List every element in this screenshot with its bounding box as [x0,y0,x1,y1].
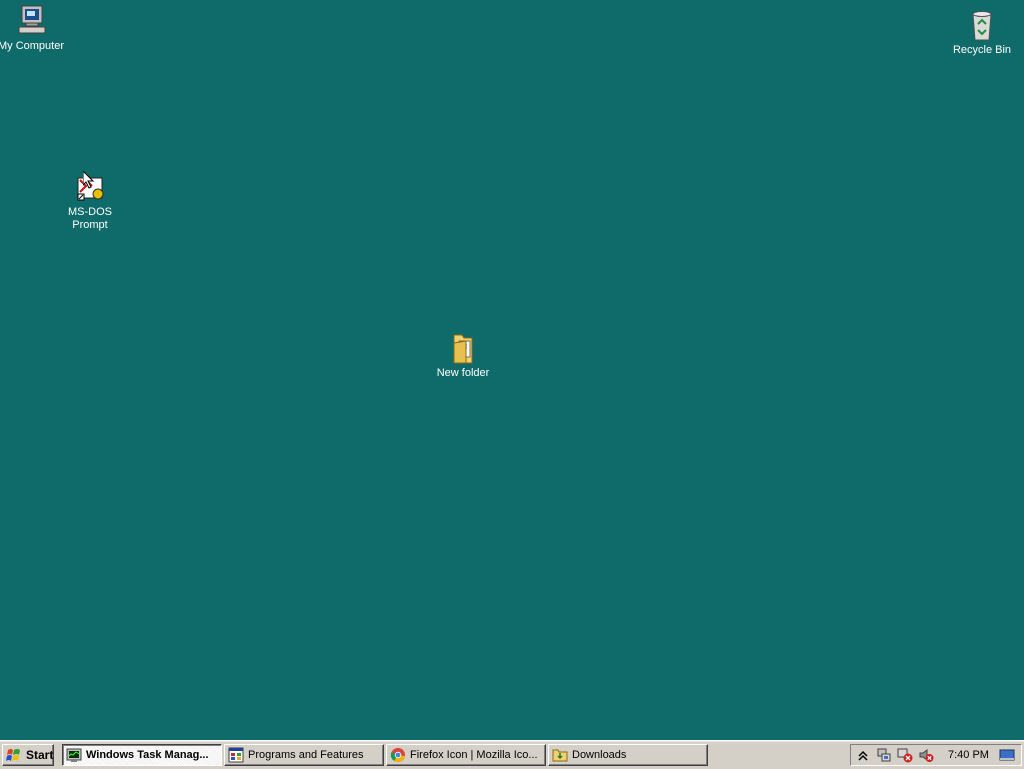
my-computer-shortcut[interactable]: My Computer [0,4,69,53]
volume-muted-icon[interactable] [918,747,934,763]
start-button[interactable]: Start [2,744,54,766]
task-label: Firefox Icon | Mozilla Ico... [410,749,538,761]
programs-features-icon [228,747,244,763]
task-manager-icon [66,748,82,762]
taskbar-item-task-manager[interactable]: Windows Task Manag... [62,744,222,766]
my-computer-label: My Computer [0,40,65,52]
task-label: Programs and Features [248,749,364,761]
network-icon[interactable] [876,747,892,763]
msdos-label-line2: Prompt [72,219,108,231]
msdos-label-line1: MS-DOS [68,206,112,218]
recycle-bin-icon [972,11,992,41]
folder-icon [453,334,473,364]
new-folder-label: New folder [436,367,490,379]
task-label: Windows Task Manag... [86,749,209,761]
taskbar: Start Windows Task Manag... Programs and… [0,740,1024,769]
computer-icon [18,5,46,34]
recycle-bin-shortcut[interactable]: Recycle Bin [944,8,1020,57]
system-tray: 7:40 PM [850,744,1022,766]
desktop: My Computer Recycle Bin MS-DOS Prompt Ne [0,0,1024,740]
mouse-cursor-icon [83,171,95,189]
chrome-icon [390,748,405,762]
taskbar-item-programs-features[interactable]: Programs and Features [224,744,384,766]
windows-logo-icon [6,749,20,761]
task-label: Downloads [572,749,627,761]
clock[interactable]: 7:40 PM [948,749,994,761]
folder-icon [552,749,568,762]
taskbar-item-browser[interactable]: Firefox Icon | Mozilla Ico... [386,744,546,766]
desktop-icon[interactable] [999,747,1015,763]
taskbar-item-downloads[interactable]: Downloads [548,744,708,766]
new-folder-shortcut[interactable]: New folder [425,331,501,380]
show-hidden-icon[interactable] [855,747,871,763]
recycle-bin-label: Recycle Bin [952,44,1012,56]
network-error-icon[interactable] [897,747,913,763]
start-label: Start [26,748,54,762]
